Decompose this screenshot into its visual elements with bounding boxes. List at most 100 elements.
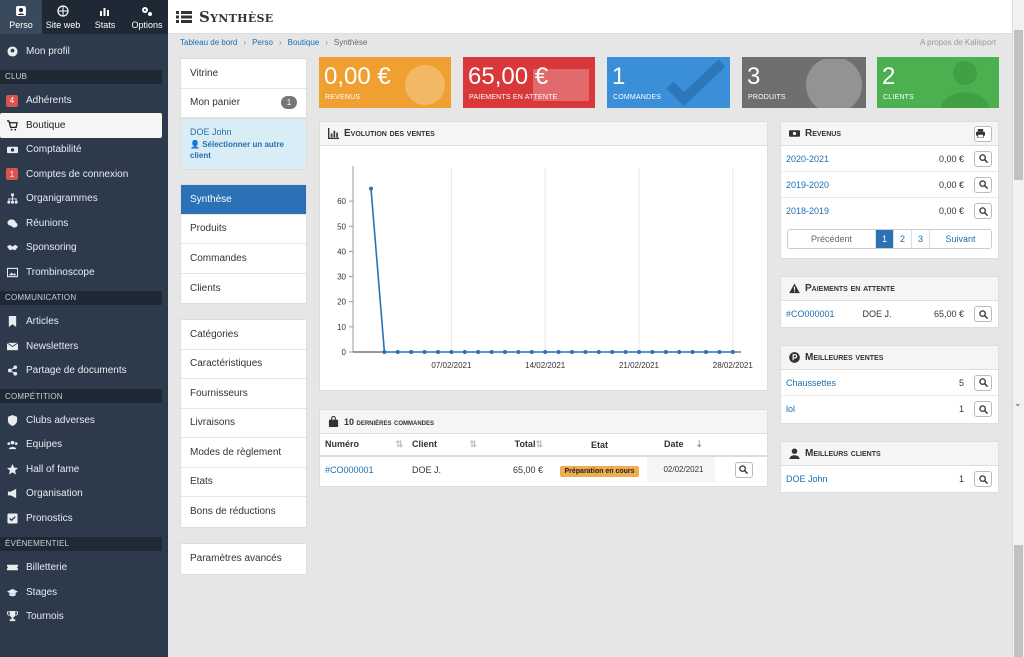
panel-title: 10 dernières commandes bbox=[344, 416, 435, 427]
sidebar-item-trombinoscope[interactable]: Trombinoscope bbox=[0, 260, 168, 285]
sidebar-item-equipes[interactable]: Equipes bbox=[0, 433, 168, 458]
table-row: #CO000001 DOE J. 65,00 € Préparation en … bbox=[320, 456, 767, 482]
order-link[interactable]: #CO000001 bbox=[786, 309, 835, 319]
search-plus-icon bbox=[978, 206, 988, 216]
menu-etats[interactable]: Etats bbox=[181, 468, 306, 497]
handshake-icon bbox=[6, 242, 18, 254]
sidebar-item-billetterie[interactable]: Billetterie bbox=[0, 556, 168, 581]
col-client[interactable]: Client ⇅ bbox=[407, 434, 487, 457]
sidebar-item-partage[interactable]: Partage de documents bbox=[0, 359, 168, 384]
sidebar-item-tournois[interactable]: Tournois bbox=[0, 605, 168, 630]
menu-label: Mon panier bbox=[190, 97, 241, 109]
col-total[interactable]: Total⇅ bbox=[487, 434, 547, 457]
sidebar-item-newsletters[interactable]: Newsletters bbox=[0, 334, 168, 359]
view-order-button[interactable] bbox=[734, 461, 753, 478]
sidebar-item-hall-of-fame[interactable]: Hall of fame bbox=[0, 457, 168, 482]
order-total: 65,00 € bbox=[512, 464, 543, 475]
order-link[interactable]: #CO000001 bbox=[325, 465, 374, 475]
topnav-options[interactable]: Options bbox=[126, 0, 168, 34]
menu-panier[interactable]: Mon panier 1 bbox=[181, 89, 306, 118]
list-item: 2019-2020 0,00 € bbox=[781, 172, 998, 198]
tile-clients[interactable]: 2 CLIENTS bbox=[877, 57, 999, 108]
pagination-prev[interactable]: Précédent bbox=[788, 230, 876, 248]
tile-commandes[interactable]: 1 COMMANDES bbox=[607, 57, 730, 108]
breadcrumb-item[interactable]: Tableau de bord bbox=[180, 38, 237, 47]
sidebar-item-organisation[interactable]: Organisation bbox=[0, 482, 168, 507]
sidebar-item-pronostics[interactable]: Pronostics bbox=[0, 506, 168, 531]
sidebar-item-clubs-adverses[interactable]: Clubs adverses bbox=[0, 408, 168, 433]
product-link[interactable]: lol bbox=[786, 404, 795, 414]
sidebar-item-articles[interactable]: Articles bbox=[0, 310, 168, 335]
client-name[interactable]: DOE John bbox=[190, 127, 297, 137]
pagination-page[interactable]: 1 bbox=[876, 230, 894, 248]
topnav-label: Perso bbox=[9, 19, 33, 30]
sidebar-item-label: Organisation bbox=[26, 488, 83, 500]
menu-caracteristiques[interactable]: Caractéristiques bbox=[181, 350, 306, 379]
sidebar-item-label: Mon profil bbox=[26, 45, 70, 57]
comments-icon bbox=[6, 217, 18, 229]
sidebar-item-label: Comptabilité bbox=[26, 144, 82, 156]
sidebar-item-sponsoring[interactable]: Sponsoring bbox=[0, 236, 168, 261]
page-scrollbar[interactable]: ⌄ bbox=[1012, 0, 1024, 657]
menu-clients[interactable]: Clients bbox=[181, 274, 306, 304]
pagination-page[interactable]: 2 bbox=[894, 230, 912, 248]
view-button[interactable] bbox=[974, 176, 992, 193]
view-button[interactable] bbox=[974, 203, 992, 219]
topnav-stats[interactable]: Stats bbox=[84, 0, 126, 34]
sidebar-item-adherents[interactable]: 4 Adhérents bbox=[0, 89, 168, 114]
view-button[interactable] bbox=[974, 401, 992, 417]
sidebar-item-comptabilite[interactable]: Comptabilité bbox=[0, 138, 168, 163]
season-link[interactable]: 2018-2019 bbox=[786, 206, 829, 216]
topnav-site-web[interactable]: Site web bbox=[42, 0, 84, 34]
gears-icon bbox=[142, 6, 152, 16]
sidebar-item-boutique[interactable]: Boutique bbox=[0, 113, 162, 138]
tile-produits[interactable]: 3 PRODUITS bbox=[742, 57, 866, 108]
data-point bbox=[556, 350, 561, 354]
menu-produits[interactable]: Produits bbox=[181, 215, 306, 244]
menu-fournisseurs[interactable]: Fournisseurs bbox=[181, 379, 306, 409]
sidebar-item-comptes-connexion[interactable]: 1 Comptes de connexion bbox=[0, 162, 168, 187]
pagination: Précédent 1 2 3 Suivant bbox=[787, 229, 992, 249]
sidebar-item-organigrammes[interactable]: Organigrammes bbox=[0, 187, 168, 212]
tile-paiements-attente[interactable]: 65,00 € PAIEMENTS EN ATTENTE bbox=[463, 57, 595, 108]
print-button[interactable] bbox=[974, 125, 992, 142]
y-tick-label: 0 bbox=[342, 348, 347, 357]
view-button[interactable] bbox=[974, 471, 992, 487]
view-button[interactable] bbox=[974, 150, 992, 167]
money-icon bbox=[6, 144, 18, 156]
cart-icon bbox=[6, 119, 18, 131]
client-link[interactable]: DOE John bbox=[786, 474, 828, 484]
menu-parametres-avances[interactable]: Paramètres avancés bbox=[181, 544, 306, 574]
pagination-next[interactable]: Suivant bbox=[930, 230, 991, 248]
panel-header: 10 dernières commandes bbox=[320, 410, 767, 434]
data-point bbox=[596, 350, 601, 354]
menu-commandes[interactable]: Commandes bbox=[181, 244, 306, 274]
about-link[interactable]: A propos de Kalisport bbox=[920, 38, 996, 47]
menu-bons-reductions[interactable]: Bons de réductions bbox=[181, 497, 306, 527]
panel-title: Paiements en attente bbox=[805, 283, 895, 294]
menu-vitrine[interactable]: Vitrine bbox=[181, 59, 306, 89]
sidebar-item-stages[interactable]: Stages bbox=[0, 580, 168, 605]
menu-synthese[interactable]: Synthèse bbox=[181, 185, 306, 215]
sidebar-item-profile[interactable]: Mon profil bbox=[0, 39, 168, 64]
status-badge: Préparation en cours bbox=[560, 465, 639, 477]
breadcrumb-item[interactable]: Boutique bbox=[288, 38, 320, 47]
topnav-perso[interactable]: Perso bbox=[0, 0, 42, 34]
select-client-link[interactable]: 👤 Sélectionner un autre client bbox=[190, 139, 297, 161]
tile-revenus[interactable]: 0,00 € REVENUS bbox=[319, 57, 451, 108]
season-link[interactable]: 2019-2020 bbox=[786, 180, 829, 190]
pagination-page[interactable]: 3 bbox=[912, 230, 930, 248]
breadcrumb-item[interactable]: Perso bbox=[252, 38, 273, 47]
col-date[interactable]: Date ⇣ bbox=[647, 434, 715, 457]
menu-modes-reglement[interactable]: Modes de règlement bbox=[181, 438, 306, 468]
col-numero[interactable]: Numéro ⇅ bbox=[320, 434, 407, 457]
season-link[interactable]: 2020-2021 bbox=[786, 154, 829, 164]
view-button[interactable] bbox=[974, 306, 992, 322]
search-plus-icon bbox=[978, 180, 988, 189]
menu-livraisons[interactable]: Livraisons bbox=[181, 409, 306, 438]
product-link[interactable]: Chaussettes bbox=[786, 378, 836, 388]
menu-categories[interactable]: Catégories bbox=[181, 320, 306, 350]
sidebar-item-label: Hall of fame bbox=[26, 463, 80, 475]
view-button[interactable] bbox=[974, 374, 992, 391]
sidebar-item-reunions[interactable]: Réunions bbox=[0, 211, 168, 236]
